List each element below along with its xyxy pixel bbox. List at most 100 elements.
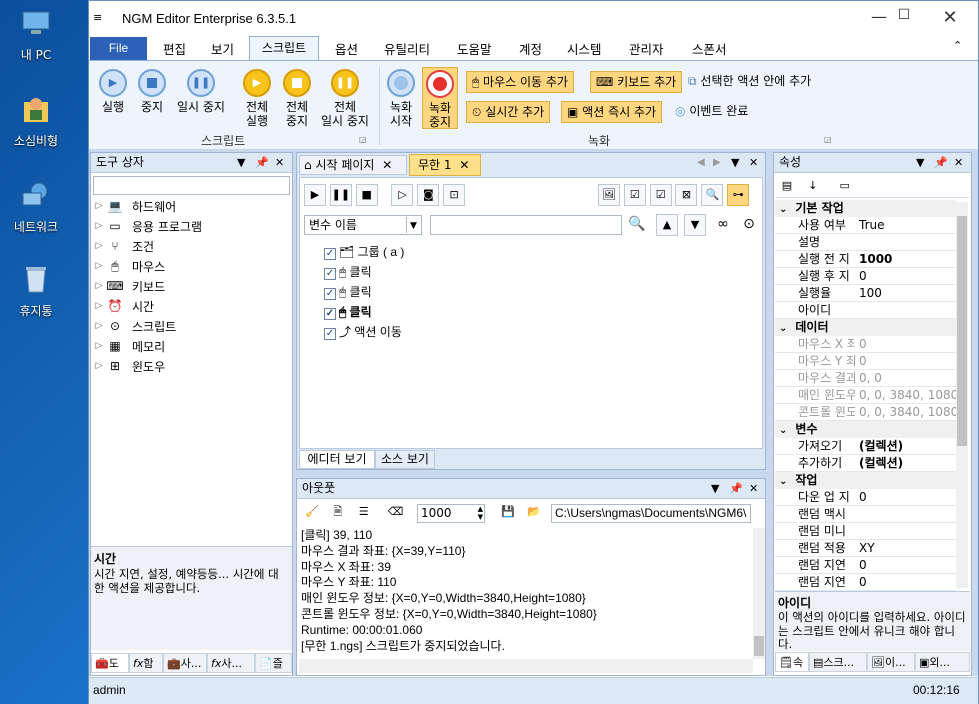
output-path-field[interactable]: C:\Users\ngmas\Documents\NGM6\ [551,504,751,523]
property-row[interactable]: 마우스 Y 좌 0 [775,353,956,370]
property-value[interactable]: 0, 0 [859,370,882,386]
panel-close-icon[interactable]: ✕ [749,479,758,498]
property-row[interactable]: 랜덤 지연 0 [775,557,956,574]
menu-help[interactable]: 도움말 [457,39,492,58]
action-item[interactable]: ✓ 🖱 클릭 [324,262,404,282]
menu-view[interactable]: 보기 [211,39,234,58]
tab-close-icon[interactable]: ✕ [382,158,392,172]
toolbox-tab[interactable]: 🧰도 [91,653,129,673]
toolbox-item-condition[interactable]: ▷ ⑂ 조건 [92,236,294,256]
add-inside-selected-button[interactable]: ⧉ 선택한 액션 안에 추가 [683,71,816,93]
maximize-button[interactable]: ☐ [881,7,927,31]
menu-options[interactable]: 옵션 [335,39,358,58]
toolbox-item-window[interactable]: ▷ ⊞ 윈도우 [92,356,294,376]
panel-close-icon[interactable]: ✕ [954,153,963,172]
dropdown-icon[interactable]: ▼ [711,479,719,498]
tab-scroll-right-icon[interactable]: ▶ [713,157,721,168]
property-row[interactable]: 마우스 결과 0, 0 [775,370,956,387]
desktop-icon-my-pc[interactable]: 내 PC [4,6,68,63]
expand-icon[interactable]: ▷ [92,321,106,331]
menu-admin[interactable]: 관리자 [629,39,664,58]
toolbox-item-script[interactable]: ▷ ⊙ 스크립트 [92,316,294,336]
toolbox-item-memory[interactable]: ▷ ▦ 메모리 [92,336,294,356]
property-value[interactable]: 0, 0, 3840, 1080 [859,387,956,403]
categorized-icon[interactable]: ▤ [776,176,798,198]
menu-utility[interactable]: 유틸리티 [384,39,430,58]
close-button[interactable]: ✕ [927,7,973,31]
property-row[interactable]: 실행 후 지 0 [775,268,956,285]
property-row[interactable]: 랜덤 지연 0 [775,574,956,591]
expand-icon[interactable]: ▷ [92,241,106,251]
eraser-icon[interactable]: ⌫ [384,502,406,524]
image-edit-icon[interactable]: 🖼 [598,184,620,206]
add-instant-button[interactable]: ▣ 액션 즉시 추가 [561,101,663,123]
checkbox[interactable]: ✓ [324,268,336,280]
stepper-arrows-icon[interactable]: ▲ ▼ [478,505,483,521]
add-keyboard-button[interactable]: ⌨ 키보드 추가 [590,71,683,93]
toolbox-item-keyboard[interactable]: ▷ ⌨ 키보드 [92,276,294,296]
tab-scroll-left-icon[interactable]: ◀ [697,157,705,168]
pause-all-button[interactable]: ❚❚ 전체 일시 중지 [317,69,373,128]
action-item[interactable]: ✓ 🖱 클릭 [324,282,404,302]
event-done-button[interactable]: ◎ 이벤트 완료 [670,101,753,123]
expand-icon[interactable]: ▷ [92,261,106,271]
property-row[interactable]: 사용 여부 True [775,217,956,234]
property-row[interactable]: 랜덤 맥시 [775,506,956,523]
property-row[interactable]: 실행 전 지 1000 [775,251,956,268]
record-stop-button[interactable]: 녹화 중지 [422,67,458,129]
property-row[interactable]: 가져오기 (컬렉션) [775,438,956,455]
desktop-icon-recycle-bin[interactable]: 휴지통 [4,262,68,319]
property-section-header[interactable]: ⌄ 기본 작업 [775,200,956,217]
function-tab[interactable]: fx함 [129,653,163,673]
collapse-icon[interactable]: ⌄ [775,476,795,487]
properties-scrollbar[interactable] [956,202,968,588]
property-row[interactable]: 아이디 [775,302,956,319]
property-row[interactable]: 랜덤 적용 XY [775,540,956,557]
property-value[interactable]: 0 [859,574,867,590]
panel-close-icon[interactable]: ✕ [749,156,758,169]
property-section-header[interactable]: ⌄ 변수 [775,421,956,438]
check-all-icon[interactable]: ☑ [623,184,646,206]
property-pages-icon[interactable]: ▭ [834,176,856,198]
property-row[interactable]: 실행율 100 [775,285,956,302]
property-row[interactable]: 추가하기 (컬렉션) [775,455,956,472]
move-down-icon[interactable]: ▼ [684,214,706,236]
checkbox[interactable]: ✓ [324,288,336,300]
document-search-icon[interactable]: 🗎 [327,502,349,524]
add-mouse-move-button[interactable]: 🖱 마우스 이동 추가 [466,71,574,93]
scrollbar-thumb[interactable] [754,636,764,656]
collapse-ribbon-icon[interactable]: ⌃ [953,39,962,52]
infinity-icon[interactable]: ∞ [712,214,734,236]
stop-icon[interactable]: ■ [355,184,378,206]
property-row[interactable]: 다운 업 지 0 [775,489,956,506]
more-icon[interactable]: ⊙ [738,214,760,236]
folder-icon[interactable]: 📂 [523,502,545,524]
menu-edit[interactable]: 편집 [163,39,186,58]
stop-all-button[interactable]: 전체 중지 [277,69,317,128]
variable-dropdown[interactable]: 변수 이름 ▼ [304,215,422,235]
menu-system[interactable]: 시스템 [567,39,602,58]
collapse-icon[interactable]: ⌄ [775,323,795,334]
expand-icon[interactable]: ▷ [92,361,106,371]
save-icon[interactable]: 💾 [497,502,519,524]
dialog-launcher-icon[interactable]: ◲ [824,135,832,144]
tree-view-icon[interactable]: ⊶ [727,184,750,206]
property-section-header[interactable]: ⌄ 작업 [775,472,956,489]
chevron-down-icon[interactable]: ▼ [406,217,420,233]
property-value[interactable]: 100 [859,285,882,301]
favorites-tab[interactable]: 📄즐 [255,653,292,673]
expand-icon[interactable]: ▷ [92,341,106,351]
tab-start-page[interactable]: ⌂ 시작 페이지 ✕ [299,155,407,175]
property-value[interactable]: True [859,217,885,233]
run-all-button[interactable]: ▶ 전체 실행 [237,69,277,128]
expand-icon[interactable]: ▷ [92,221,106,231]
action-item[interactable]: ✓ ⤴ 액션 이동 [324,322,404,342]
add-realtime-button[interactable]: ⏲ 실시간 추가 [466,101,551,123]
user-function-tab[interactable]: fx사... [207,653,255,673]
tab-editor-view[interactable]: 에디터 보기 [299,450,375,469]
delete-icon[interactable]: ⊠ [675,184,698,206]
toolbox-item-application[interactable]: ▷ ▭ 응용 프로그램 [92,216,294,236]
checkbox[interactable]: ✓ [324,308,336,320]
system-menu-icon[interactable]: ≡ [93,11,102,24]
property-value[interactable]: 0 [859,268,867,284]
